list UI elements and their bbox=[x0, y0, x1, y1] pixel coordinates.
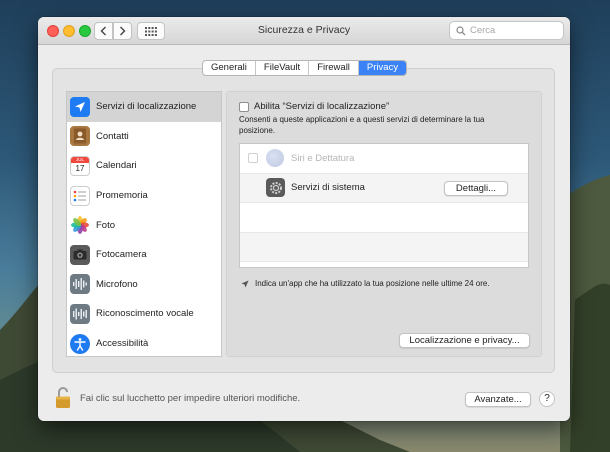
system-gear-icon bbox=[266, 178, 285, 198]
sidebar-item-label: Microfono bbox=[96, 278, 138, 290]
sidebar-item-label: Promemoria bbox=[96, 190, 148, 202]
photos-flower-icon bbox=[70, 215, 90, 235]
list-item[interactable]: Servizi di sistema Dettagli... bbox=[240, 173, 528, 203]
speech-waveform-icon bbox=[70, 303, 90, 324]
sidebar-item-accessibility[interactable]: Accessibilità bbox=[67, 329, 221, 356]
sidebar-item-label: Riconoscimento vocale bbox=[96, 308, 194, 320]
sidebar-item-speech-recognition[interactable]: Riconoscimento vocale bbox=[67, 299, 221, 329]
sidebar-item-label: Accessibilità bbox=[96, 338, 149, 350]
list-item-empty bbox=[240, 203, 528, 233]
sidebar-item-calendars[interactable]: JUL 17 Calendari bbox=[67, 151, 221, 181]
titlebar: Sicurezza e Privacy bbox=[38, 17, 570, 45]
location-description: Consenti a queste applicazioni e a quest… bbox=[239, 115, 485, 135]
zoom-button[interactable] bbox=[79, 25, 91, 37]
help-button[interactable]: ? bbox=[539, 391, 555, 407]
location-arrow-icon bbox=[70, 96, 90, 117]
sidebar-item-camera[interactable]: Fotocamera bbox=[67, 240, 221, 270]
grid-icon bbox=[145, 26, 157, 36]
sidebar-item-label: Servizi di localizzazione bbox=[96, 101, 197, 113]
siri-icon bbox=[266, 149, 284, 168]
unlocked-padlock-icon[interactable] bbox=[55, 387, 71, 409]
sidebar-item-microphone[interactable]: Microfono bbox=[67, 270, 221, 300]
window-title: Sicurezza e Privacy bbox=[257, 24, 351, 36]
sidebar-item-label: Foto bbox=[96, 219, 116, 231]
sidebar-item-label: Contatti bbox=[96, 130, 129, 142]
tab-firewall[interactable]: Firewall bbox=[309, 61, 359, 75]
search-field[interactable] bbox=[449, 21, 564, 40]
minimize-button[interactable] bbox=[63, 25, 75, 37]
show-all-button[interactable] bbox=[137, 22, 165, 40]
enable-location-services[interactable]: Abilita “Servizi di localizzazione” bbox=[239, 101, 389, 112]
list-item-empty bbox=[240, 232, 528, 262]
footer: Fai clic sul lucchetto per impedire ulte… bbox=[38, 379, 570, 421]
tab-bar: Generali FileVault Firewall Privacy bbox=[202, 60, 408, 76]
sidebar-item-photos[interactable]: Foto bbox=[67, 210, 221, 240]
reminders-list-icon bbox=[70, 185, 90, 206]
contacts-book-icon bbox=[70, 126, 90, 147]
close-button[interactable] bbox=[47, 25, 59, 37]
accessibility-person-icon bbox=[70, 333, 90, 354]
enable-location-label: Abilita “Servizi di localizzazione” bbox=[254, 101, 390, 112]
camera-icon bbox=[70, 244, 90, 265]
search-icon bbox=[456, 25, 466, 35]
content-panel: Servizi di localizzazione Contatti JUL 1… bbox=[52, 68, 555, 373]
lock-hint: Fai clic sul lucchetto per impedire ulte… bbox=[80, 392, 301, 404]
chevron-right-icon bbox=[120, 26, 126, 36]
sidebar-item-label: Calendari bbox=[96, 160, 137, 172]
search-input[interactable] bbox=[470, 25, 560, 36]
app-list[interactable]: Siri e Dettatura Servizi di sistema Dett… bbox=[239, 143, 529, 268]
sidebar-item-label: Fotocamera bbox=[96, 249, 147, 261]
microphone-waveform-icon bbox=[70, 274, 90, 295]
advanced-button[interactable]: Avanzate... bbox=[465, 392, 531, 407]
about-location-privacy-button[interactable]: Localizzazione e privacy... bbox=[399, 333, 530, 348]
app-checkbox[interactable] bbox=[248, 153, 258, 164]
location-services-pane: Abilita “Servizi di localizzazione” Cons… bbox=[226, 91, 542, 357]
sidebar-item-location-services[interactable]: Servizi di localizzazione bbox=[67, 92, 221, 122]
app-name: Servizi di sistema bbox=[291, 182, 365, 194]
tab-privacy[interactable]: Privacy bbox=[358, 61, 407, 75]
sidebar-item-contacts[interactable]: Contatti bbox=[67, 122, 221, 152]
recent-use-note: Indica un'app che ha utilizzato la tua p… bbox=[241, 279, 490, 288]
lock-row: Fai clic sul lucchetto per impedire ulte… bbox=[55, 387, 300, 409]
enable-location-checkbox[interactable] bbox=[239, 101, 249, 112]
recent-use-text: Indica un'app che ha utilizzato la tua p… bbox=[255, 279, 490, 288]
list-item[interactable]: Siri e Dettatura bbox=[240, 144, 528, 174]
privacy-category-list[interactable]: Servizi di localizzazione Contatti JUL 1… bbox=[66, 91, 222, 357]
forward-button[interactable] bbox=[113, 22, 132, 40]
app-name: Siri e Dettatura bbox=[291, 152, 355, 164]
sidebar-item-reminders[interactable]: Promemoria bbox=[67, 181, 221, 211]
calendar-icon: JUL 17 bbox=[70, 155, 90, 176]
location-arrow-small-icon bbox=[241, 280, 249, 287]
tab-general[interactable]: Generali bbox=[203, 61, 256, 75]
chevron-left-icon bbox=[100, 26, 106, 36]
details-button[interactable]: Dettagli... bbox=[444, 180, 508, 196]
back-button[interactable] bbox=[94, 22, 113, 40]
system-preferences-window: Sicurezza e Privacy Servizi di localizza… bbox=[38, 17, 570, 421]
tab-filevault[interactable]: FileVault bbox=[256, 61, 310, 75]
calendar-day: 17 bbox=[75, 163, 85, 173]
